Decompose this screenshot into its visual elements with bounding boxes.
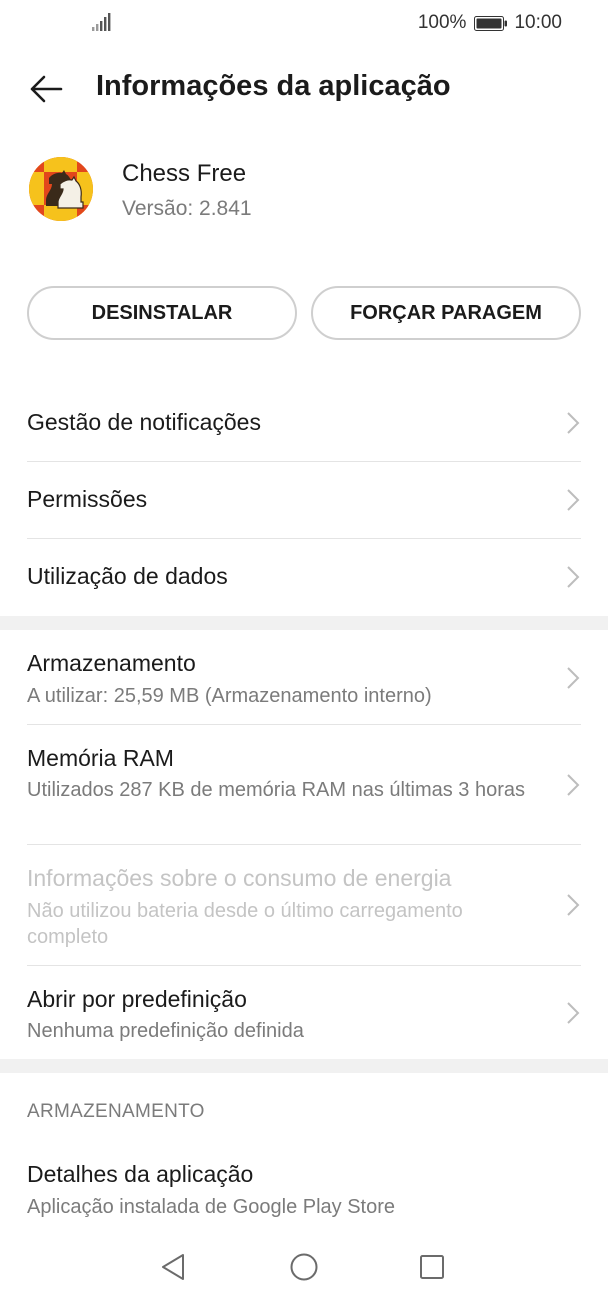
battery-percent: 100% bbox=[417, 12, 467, 33]
nav-recent-button[interactable] bbox=[412, 1250, 452, 1284]
section-header-storage: ARMAZENAMENTO bbox=[27, 1101, 205, 1122]
chevron-right-icon bbox=[567, 489, 580, 511]
row-subtitle: Não utilizou bateria desde o último carr… bbox=[27, 900, 463, 948]
energy-consumption-row: Informações sobre o consumo de energia N… bbox=[0, 845, 608, 965]
nav-home-icon bbox=[290, 1253, 318, 1281]
row-title: Utilização de dados bbox=[27, 563, 228, 589]
data-usage-row[interactable]: Utilização de dados bbox=[0, 539, 608, 616]
chevron-right-icon bbox=[567, 774, 580, 796]
row-title: Abrir por predefinição bbox=[27, 986, 247, 1012]
app-bar: Informações da aplicação bbox=[0, 56, 608, 122]
app-version: Versão: 2.841 bbox=[122, 197, 252, 220]
nav-recent-icon bbox=[420, 1255, 444, 1279]
row-subtitle: Aplicação instalada de Google Play Store bbox=[27, 1196, 396, 1218]
uninstall-button[interactable]: DESINSTALAR bbox=[27, 286, 297, 340]
page-title: Informações da aplicação bbox=[96, 70, 451, 102]
navigation-bar bbox=[0, 1236, 608, 1301]
permissions-row[interactable]: Permissões bbox=[0, 462, 608, 538]
section-separator bbox=[0, 1059, 608, 1073]
status-right: 100% 10:00 bbox=[418, 10, 562, 36]
back-button[interactable] bbox=[22, 66, 70, 112]
chevron-right-icon bbox=[567, 894, 580, 916]
section-separator bbox=[0, 616, 608, 630]
row-title: Detalhes da aplicação bbox=[27, 1161, 254, 1187]
app-info-screen: 100% 10:00 Informações da aplicação Ches… bbox=[0, 0, 608, 1301]
nav-back-button[interactable] bbox=[153, 1250, 193, 1284]
force-stop-button[interactable]: FORÇAR PARAGEM bbox=[311, 286, 581, 340]
clock: 10:00 bbox=[514, 12, 562, 33]
chevron-right-icon bbox=[567, 412, 580, 434]
row-subtitle: Nenhuma predefinição definida bbox=[27, 1020, 304, 1042]
open-by-default-row[interactable]: Abrir por predefinição Nenhuma predefini… bbox=[0, 966, 608, 1059]
row-title: Permissões bbox=[27, 486, 148, 512]
storage-row[interactable]: Armazenamento A utilizar: 25,59 MB (Arma… bbox=[0, 630, 608, 724]
row-title: Armazenamento bbox=[27, 650, 196, 676]
nav-home-button[interactable] bbox=[284, 1250, 324, 1284]
app-name: Chess Free bbox=[122, 160, 247, 187]
row-subtitle: A utilizar: 25,59 MB (Armazenamento inte… bbox=[27, 685, 432, 707]
chess-knight-icon bbox=[29, 157, 93, 221]
row-title: Gestão de notificações bbox=[27, 409, 261, 435]
nav-back-icon bbox=[162, 1254, 184, 1280]
row-title: Memória RAM bbox=[27, 745, 174, 771]
battery-icon bbox=[474, 15, 508, 31]
chevron-right-icon bbox=[567, 667, 580, 689]
app-details-row[interactable]: Detalhes da aplicação Aplicação instalad… bbox=[0, 1145, 608, 1233]
back-arrow-icon bbox=[30, 75, 63, 103]
row-subtitle: Utilizados 287 KB de memória RAM nas últ… bbox=[27, 779, 525, 801]
row-title: Informações sobre o consumo de energia bbox=[27, 865, 452, 891]
ram-row[interactable]: Memória RAM Utilizados 287 KB de memória… bbox=[0, 725, 608, 844]
app-header: Chess Free Versão: 2.841 bbox=[0, 152, 608, 232]
chevron-right-icon bbox=[567, 1002, 580, 1024]
signal-icon bbox=[92, 13, 111, 31]
chevron-right-icon bbox=[567, 566, 580, 588]
status-bar: 100% 10:00 bbox=[0, 0, 608, 46]
notifications-row[interactable]: Gestão de notificações bbox=[0, 385, 608, 461]
